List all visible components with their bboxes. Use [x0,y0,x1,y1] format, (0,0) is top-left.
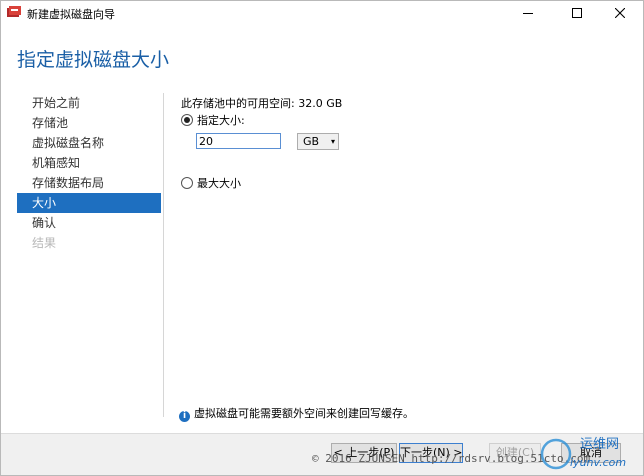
maximize-button[interactable] [554,1,600,25]
maximize-icon [572,8,582,18]
max-size-radio[interactable] [181,177,193,189]
logo-title: 运维网 [580,437,619,452]
nav-item-storage-pool[interactable]: 存储池 [17,113,161,133]
close-button[interactable] [597,1,643,25]
chevron-down-icon: ▾ [330,137,335,146]
info-icon: i [179,411,190,422]
info-text: 虚拟磁盘可能需要额外空间来创建回写缓存。 [194,407,414,420]
title-bar: 新建虚拟磁盘向导 [1,1,643,25]
unit-value: GB [303,135,320,148]
wizard-nav: 开始之前 存储池 虚拟磁盘名称 机箱感知 存储数据布局 大小 确认 结果 [17,93,161,253]
nav-item-enclosure-awareness[interactable]: 机箱感知 [17,153,161,173]
specify-size-radio[interactable] [181,114,193,126]
nav-item-results: 结果 [32,236,57,250]
page-title: 指定虚拟磁盘大小 [17,49,170,71]
wizard-window: 新建虚拟磁盘向导 指定虚拟磁盘大小 开始之前 存储池 虚拟磁盘名称 机箱感知 存… [0,0,644,476]
radio-selected-dot [184,117,190,123]
logo-subtitle: iyunv.com [570,456,626,469]
site-logo-watermark: 运维网 iyunv.com [540,437,626,470]
nav-item-size[interactable]: 大小 [17,193,161,213]
window-title: 新建虚拟磁盘向导 [27,8,115,21]
nav-item-before-you-begin[interactable]: 开始之前 [17,93,161,113]
nav-item-confirmation[interactable]: 确认 [17,213,161,233]
close-icon [615,8,625,18]
nav-divider [163,93,164,417]
nav-item-storage-layout[interactable]: 存储数据布局 [17,173,161,193]
disk-wizard-icon [7,6,21,17]
available-space-label: 此存储池中的可用空间: 32.0 GB [181,97,343,110]
max-size-label: 最大大小 [197,177,241,190]
size-input[interactable] [196,133,281,149]
nav-item-disk-name[interactable]: 虚拟磁盘名称 [17,133,161,153]
info-message: i 虚拟磁盘可能需要额外空间来创建回写缓存。 [179,405,414,422]
minimize-button[interactable] [505,1,551,25]
specify-size-label: 指定大小: [197,114,245,127]
unit-dropdown[interactable]: GB ▾ [297,133,339,150]
minimize-icon [523,13,533,14]
